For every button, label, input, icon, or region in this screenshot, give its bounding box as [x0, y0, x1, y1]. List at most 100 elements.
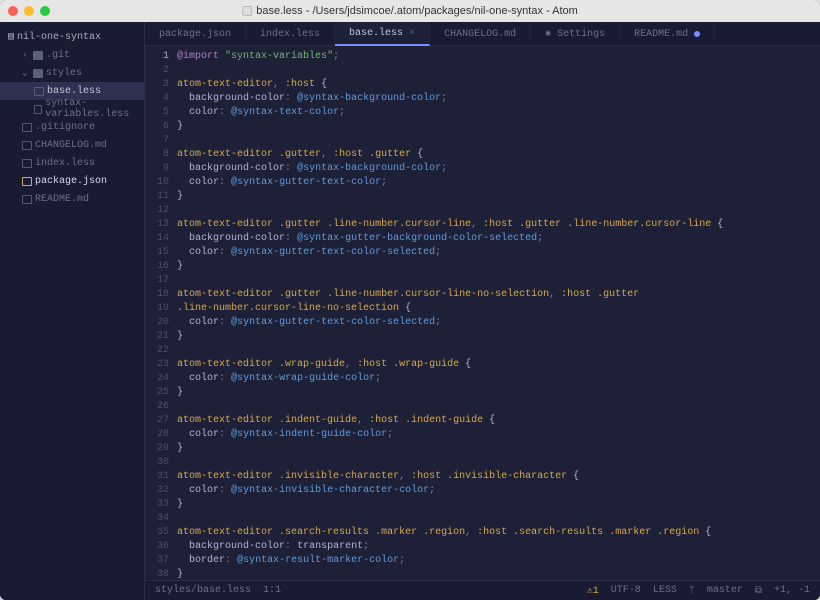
- line-number[interactable]: 36: [157, 540, 169, 554]
- tree-item-package-json[interactable]: package.json: [0, 172, 144, 190]
- code-line[interactable]: [177, 134, 820, 148]
- code-line[interactable]: border: @syntax-result-marker-color;: [177, 554, 820, 568]
- code-line[interactable]: color: @syntax-text-color;: [177, 106, 820, 120]
- editor[interactable]: 1234567891011121314151617181920212223242…: [145, 46, 820, 580]
- status-branch[interactable]: master: [707, 585, 743, 596]
- code-line[interactable]: }: [177, 498, 820, 512]
- code-line[interactable]: }: [177, 442, 820, 456]
- code-line[interactable]: color: @syntax-indent-guide-color;: [177, 428, 820, 442]
- line-number[interactable]: 20: [157, 316, 169, 330]
- line-number[interactable]: 5: [157, 106, 169, 120]
- code-line[interactable]: atom-text-editor, :host {: [177, 78, 820, 92]
- code-line[interactable]: atom-text-editor .gutter .line-number.cu…: [177, 218, 820, 232]
- line-number[interactable]: 15: [157, 246, 169, 260]
- line-number[interactable]: 6: [157, 120, 169, 134]
- code-line[interactable]: atom-text-editor .wrap-guide, :host .wra…: [177, 358, 820, 372]
- code-line[interactable]: [177, 456, 820, 470]
- code-line[interactable]: background-color: transparent;: [177, 540, 820, 554]
- line-number[interactable]: 24: [157, 372, 169, 386]
- code-line[interactable]: atom-text-editor .gutter, :host .gutter …: [177, 148, 820, 162]
- line-number[interactable]: 23: [157, 358, 169, 372]
- code-line[interactable]: }: [177, 260, 820, 274]
- tree-item--gitignore[interactable]: .gitignore: [0, 118, 144, 136]
- code-line[interactable]: }: [177, 386, 820, 400]
- line-number[interactable]: 16: [157, 260, 169, 274]
- line-number[interactable]: 27: [157, 414, 169, 428]
- tree-item-changelog-md[interactable]: CHANGELOG.md: [0, 136, 144, 154]
- line-number[interactable]: 19: [157, 302, 169, 316]
- close-icon[interactable]: ×: [409, 28, 415, 39]
- line-number[interactable]: 32: [157, 484, 169, 498]
- line-number[interactable]: 18: [157, 288, 169, 302]
- tab-base-less[interactable]: base.less×: [335, 22, 430, 46]
- line-number[interactable]: 9: [157, 162, 169, 176]
- line-number[interactable]: 11: [157, 190, 169, 204]
- line-number[interactable]: 14: [157, 232, 169, 246]
- tab-package-json[interactable]: package.json: [145, 22, 246, 46]
- line-number[interactable]: 17: [157, 274, 169, 288]
- code-line[interactable]: background-color: @syntax-gutter-backgro…: [177, 232, 820, 246]
- line-number[interactable]: 21: [157, 330, 169, 344]
- code-line[interactable]: .line-number.cursor-line-no-selection {: [177, 302, 820, 316]
- line-number[interactable]: 4: [157, 92, 169, 106]
- tree-root[interactable]: ▤ nil-one-syntax: [0, 28, 144, 46]
- line-number[interactable]: 10: [157, 176, 169, 190]
- line-number[interactable]: 38: [157, 568, 169, 580]
- code-area[interactable]: @import "syntax-variables"; atom-text-ed…: [177, 46, 820, 580]
- line-number[interactable]: 34: [157, 512, 169, 526]
- code-line[interactable]: @import "syntax-variables";: [177, 50, 820, 64]
- line-number[interactable]: 28: [157, 428, 169, 442]
- line-number[interactable]: 29: [157, 442, 169, 456]
- tab-settings[interactable]: ✱Settings: [531, 22, 620, 46]
- code-line[interactable]: color: @syntax-gutter-text-color;: [177, 176, 820, 190]
- code-line[interactable]: color: @syntax-gutter-text-color-selecte…: [177, 246, 820, 260]
- code-line[interactable]: color: @syntax-wrap-guide-color;: [177, 372, 820, 386]
- tree-item-styles[interactable]: ⌄styles: [0, 64, 144, 82]
- tab-readme-md[interactable]: README.md: [620, 22, 715, 46]
- code-line[interactable]: background-color: @syntax-background-col…: [177, 92, 820, 106]
- zoom-icon[interactable]: [40, 6, 50, 16]
- tab-changelog-md[interactable]: CHANGELOG.md: [430, 22, 531, 46]
- warn-icon[interactable]: ⚠1: [587, 585, 599, 597]
- line-number[interactable]: 1: [157, 50, 169, 64]
- code-line[interactable]: }: [177, 190, 820, 204]
- code-line[interactable]: }: [177, 330, 820, 344]
- line-number[interactable]: 7: [157, 134, 169, 148]
- line-number[interactable]: 33: [157, 498, 169, 512]
- minimize-icon[interactable]: [24, 6, 34, 16]
- code-line[interactable]: atom-text-editor .search-results .marker…: [177, 526, 820, 540]
- code-line[interactable]: color: @syntax-invisible-character-color…: [177, 484, 820, 498]
- status-lang[interactable]: LESS: [653, 585, 677, 596]
- close-icon[interactable]: [8, 6, 18, 16]
- code-line[interactable]: background-color: @syntax-background-col…: [177, 162, 820, 176]
- line-number[interactable]: 3: [157, 78, 169, 92]
- code-line[interactable]: color: @syntax-gutter-text-color-selecte…: [177, 316, 820, 330]
- line-number[interactable]: 31: [157, 470, 169, 484]
- status-diff[interactable]: +1, -1: [774, 585, 810, 596]
- tree-item--git[interactable]: ›.git: [0, 46, 144, 64]
- tab-index-less[interactable]: index.less: [246, 22, 335, 46]
- status-path[interactable]: styles/base.less: [155, 585, 251, 596]
- line-number[interactable]: 12: [157, 204, 169, 218]
- code-line[interactable]: [177, 512, 820, 526]
- code-line[interactable]: [177, 64, 820, 78]
- code-line[interactable]: [177, 400, 820, 414]
- tree-item-syntax-variables-less[interactable]: syntax-variables.less: [0, 100, 144, 118]
- line-number[interactable]: 25: [157, 386, 169, 400]
- code-line[interactable]: atom-text-editor .gutter .line-number.cu…: [177, 288, 820, 302]
- code-line[interactable]: [177, 344, 820, 358]
- line-number[interactable]: 2: [157, 64, 169, 78]
- line-number[interactable]: 22: [157, 344, 169, 358]
- line-number[interactable]: 35: [157, 526, 169, 540]
- status-pos[interactable]: 1:1: [263, 585, 281, 596]
- code-line[interactable]: atom-text-editor .invisible-character, :…: [177, 470, 820, 484]
- line-number[interactable]: 30: [157, 456, 169, 470]
- line-number[interactable]: 13: [157, 218, 169, 232]
- code-line[interactable]: [177, 274, 820, 288]
- code-line[interactable]: atom-text-editor .indent-guide, :host .i…: [177, 414, 820, 428]
- code-line[interactable]: }: [177, 120, 820, 134]
- line-number[interactable]: 26: [157, 400, 169, 414]
- tree-item-index-less[interactable]: index.less: [0, 154, 144, 172]
- line-number[interactable]: 37: [157, 554, 169, 568]
- tree-item-readme-md[interactable]: README.md: [0, 190, 144, 208]
